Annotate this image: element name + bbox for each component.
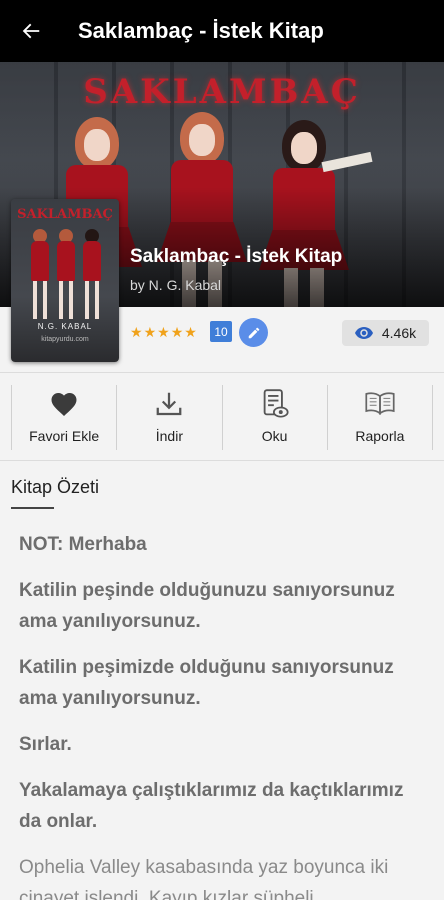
report-button[interactable]: Raporla (326, 385, 433, 450)
read-button[interactable]: Oku (221, 385, 327, 450)
book-cover-image: SAKLAMBAÇ N.G. KABAL kitapyurdu.com (11, 199, 119, 362)
page-title: Saklambaç - İstek Kitap (78, 18, 324, 43)
summary-paragraph: Katilin peşimizde olduğunu sanıyorsunuz … (19, 657, 394, 709)
favorite-button[interactable]: Favori Ekle (11, 385, 116, 450)
summary-heading: Kitap Özeti (11, 477, 100, 497)
divider (0, 460, 444, 461)
action-bar: Favori Ekle İndir Oku Raporla (11, 385, 433, 450)
heading-underline (11, 507, 54, 509)
star-icon: ★ (170, 324, 184, 340)
views-count: 4.46k (342, 320, 429, 346)
read-document-icon (263, 389, 289, 418)
download-icon (157, 392, 182, 416)
star-icon: ★ (143, 324, 157, 340)
star-icon: ★ (157, 324, 170, 340)
views-value: 4.46k (381, 325, 417, 341)
cover-title: SAKLAMBAÇ (17, 207, 113, 222)
cover-site: kitapyurdu.com (41, 336, 89, 343)
read-label: Oku (261, 428, 288, 444)
summary-paragraph: Yakalamaya çalıştıklarımız da kaçtıkları… (19, 780, 404, 832)
download-label: İndir (155, 428, 183, 444)
eye-icon (354, 327, 373, 339)
summary-paragraph: Sırlar. (19, 734, 72, 755)
pencil-icon (248, 327, 259, 338)
report-label: Raporla (355, 428, 405, 444)
star-icon: ★ (184, 324, 197, 340)
summary-paragraph: Ophelia Valley kasabasında yaz boyunca i… (19, 857, 389, 900)
back-button[interactable] (0, 0, 62, 62)
book-title: Saklambaç - İstek Kitap (130, 246, 343, 267)
divider (0, 372, 444, 373)
star-icon: ★ (130, 324, 143, 340)
summary-paragraph: NOT: Merhaba (19, 534, 147, 555)
cover-author: N.G. KABAL (37, 322, 93, 331)
open-book-icon (365, 392, 395, 415)
heart-icon (51, 393, 77, 416)
book-summary: NOT: Merhaba Katilin peşinde olduğunuzu … (19, 529, 429, 900)
arrow-left-icon (22, 23, 40, 39)
hero-banner-title: SAKLAMBAÇ (83, 72, 361, 112)
summary-paragraph: Katilin peşinde olduğunuzu sanıyorsunuz … (19, 580, 395, 632)
book-author: by N. G. Kabal (130, 277, 222, 293)
app-bar: Saklambaç - İstek Kitap (0, 0, 444, 62)
favorite-label: Favori Ekle (29, 428, 100, 444)
edit-button[interactable] (239, 318, 268, 347)
rating-stars[interactable]: ★ ★ ★ ★ ★ (130, 323, 197, 341)
download-button[interactable]: İndir (116, 385, 221, 450)
rating-count-badge: 10 (210, 321, 232, 342)
